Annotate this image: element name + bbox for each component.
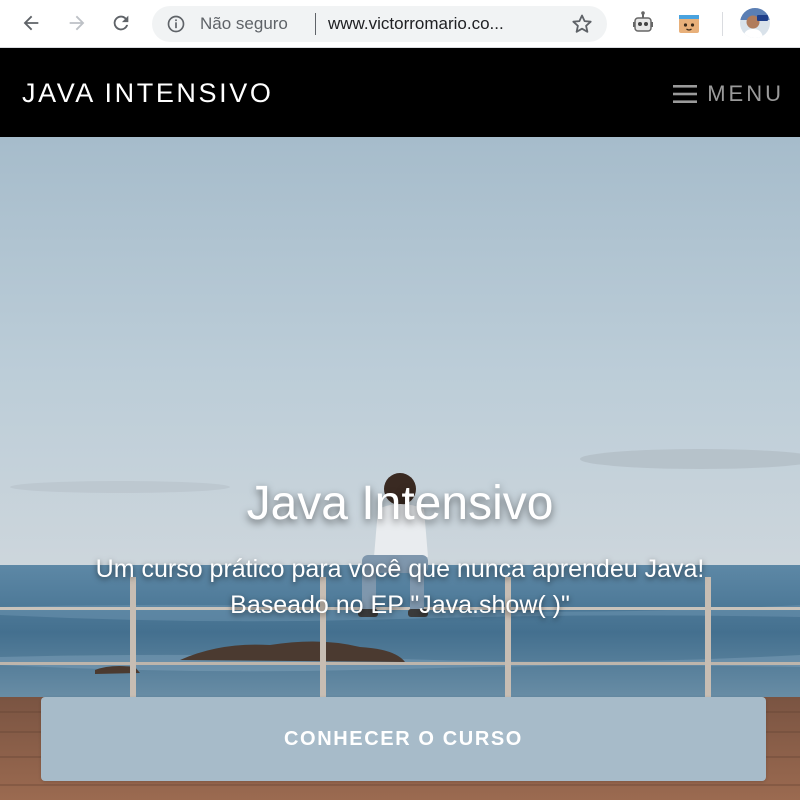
box-extension-icon[interactable] <box>676 10 702 36</box>
toolbar-divider <box>722 12 723 36</box>
avatar[interactable] <box>740 8 770 38</box>
forward-arrow-icon <box>69 15 85 31</box>
reload-icon <box>113 15 129 31</box>
star-icon[interactable] <box>570 12 594 36</box>
menu-label: MENU <box>707 81 784 106</box>
address-divider <box>315 13 316 35</box>
browser-toolbar: Não seguro www.victorromario.co... <box>0 0 800 48</box>
forward-button[interactable] <box>62 8 92 38</box>
site-header: JAVA INTENSIVO MENU <box>0 48 800 137</box>
hamburger-icon <box>673 85 698 103</box>
hero-subtitle: Um curso prático para você que nunca apr… <box>0 551 800 623</box>
reload-button[interactable] <box>106 8 136 38</box>
back-button[interactable] <box>16 8 46 38</box>
hero-title: Java Intensivo <box>246 477 554 530</box>
hero-section: Java Intensivo Um curso prático para voc… <box>0 137 800 800</box>
menu-button[interactable]: MENU <box>673 80 784 108</box>
hero-subtitle-line1: Um curso prático para você que nunca apr… <box>95 555 705 583</box>
robot-extension-icon[interactable] <box>630 10 656 36</box>
conhecer-o-curso-button[interactable]: CONHECER O CURSO <box>41 697 766 781</box>
url-text[interactable]: www.victorromario.co... <box>328 14 504 34</box>
back-arrow-icon <box>23 15 39 31</box>
info-icon[interactable] <box>166 14 186 34</box>
profile-avatar-image <box>740 8 770 38</box>
site-brand[interactable]: JAVA INTENSIVO <box>22 77 273 109</box>
address-bar[interactable]: Não seguro www.victorromario.co... <box>152 6 607 42</box>
hero-subtitle-line2: Baseado no EP "Java.show( )" <box>230 591 570 619</box>
security-label[interactable]: Não seguro <box>200 14 288 34</box>
